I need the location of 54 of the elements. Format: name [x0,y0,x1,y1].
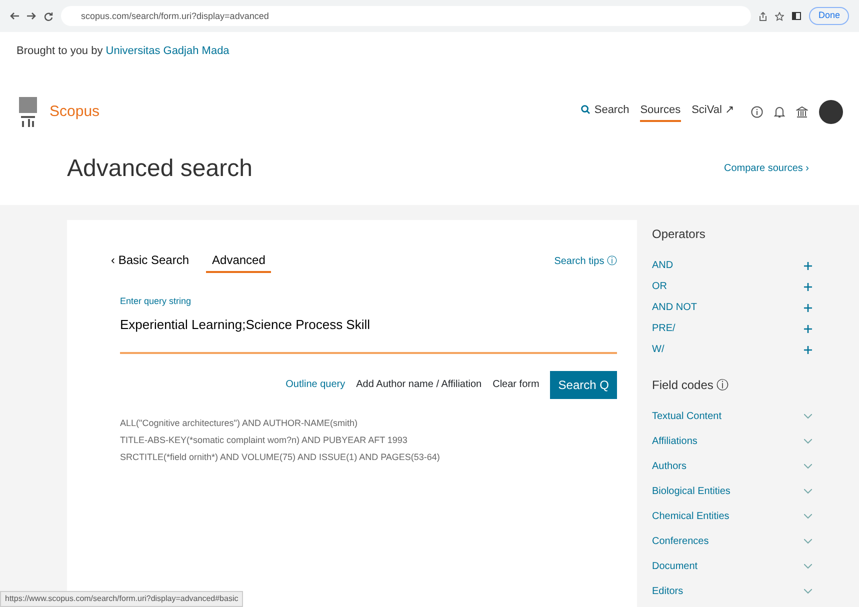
plus-icon[interactable] [804,346,812,354]
operator-link[interactable]: W/ [652,342,664,357]
example-query: TITLE-ABS-KEY(*somatic complaint wom?n) AND PUBYEAR AFT 1993 [120,434,408,447]
reload-icon[interactable] [44,12,53,20]
field-code-link[interactable]: Biological Entities [652,484,730,499]
profile-button[interactable]: Done [809,7,849,25]
example-query: SRCTITLE(*field ornith*) AND VOLUME(75) AND ISSUE(1) AND PAGES(53-64) [120,451,441,464]
help-icon[interactable] [750,106,762,118]
nav-link[interactable]: Sources [640,102,681,122]
field-code-link[interactable]: Textual Content [652,409,722,424]
field-code-link[interactable]: Authors [652,459,686,474]
publisher-logo-icon [16,95,38,129]
status-bar: https://www.scopus.com/search/form.uri?display=advanced#basic [0,591,244,607]
field-codes-heading: Field codes ⓘ [652,377,730,394]
plus-icon[interactable] [804,324,812,332]
operator-link[interactable]: OR [652,279,667,294]
brand-name[interactable]: Scopus [50,100,100,124]
field-code-link[interactable]: Chemical Entities [652,509,730,524]
field-code-link[interactable]: Document [652,559,698,574]
operator-link[interactable]: AND [652,258,674,273]
share-icon[interactable] [759,12,768,20]
forward-icon[interactable] [27,12,36,20]
compare-sources-link[interactable]: Compare sources › [724,161,809,176]
search-link[interactable]: Search [581,102,630,122]
bell-icon[interactable] [774,106,784,118]
banner-text: Brought to you by [16,45,103,57]
field-code-link[interactable]: Affiliations [652,434,698,449]
field-code-link[interactable]: Editors [652,584,684,599]
action-link[interactable]: Add Author name / Affiliation [356,377,482,392]
action-link[interactable]: Outline query [286,377,346,392]
nav-link[interactable]: SciVal ↗ [692,102,734,122]
institution-icon[interactable] [796,106,808,118]
operators-heading: Operators [652,226,706,243]
field-code-link[interactable]: Conferences [652,534,709,549]
operator-link[interactable]: PRE/ [652,321,676,336]
plus-icon[interactable] [804,282,812,290]
star-icon[interactable] [775,12,784,20]
search-tab[interactable]: ‹ Basic Search [105,250,196,273]
query-label: Enter query string [120,295,192,308]
example-query: ALL("Cognitive architectures") AND AUTHOR-NAME(smith) [120,417,358,430]
search-icon [581,105,590,114]
search-tips-link[interactable]: Search tips ⓘ [554,254,617,269]
page-title: Advanced search [67,154,252,184]
search-tab[interactable]: Advanced [206,250,272,273]
operator-link[interactable]: AND NOT [652,300,697,315]
plus-icon[interactable] [804,262,812,270]
search-button[interactable]: Search Q [550,370,617,398]
avatar-icon[interactable] [818,100,842,124]
sidebar-panel-icon[interactable] [792,12,802,20]
plus-icon[interactable] [804,304,812,312]
address-field[interactable]: scopus.com/search/form.uri?display=advanced [61,6,752,26]
action-link[interactable]: Clear form [492,377,540,392]
back-icon[interactable] [10,12,19,20]
institution-link[interactable]: Universitas Gadjah Mada [106,45,230,57]
